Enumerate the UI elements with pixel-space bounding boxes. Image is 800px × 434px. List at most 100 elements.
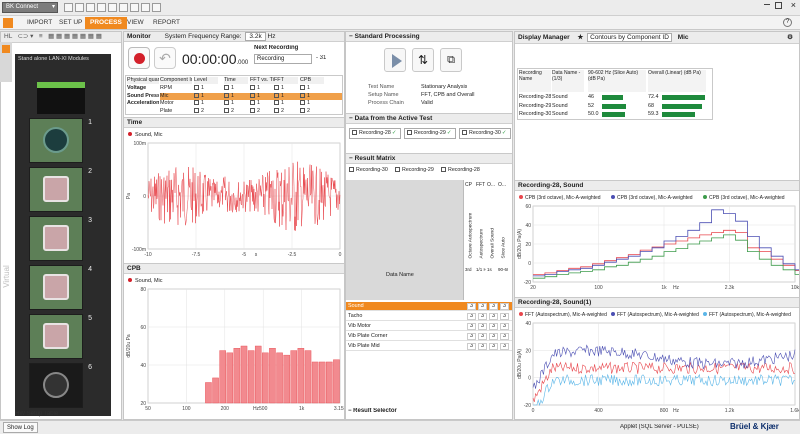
matrix-filter[interactable]: Recording-30 [349,167,388,173]
checkbox-icon[interactable] [250,85,255,91]
minimize-icon[interactable] [764,4,770,5]
gear-icon[interactable] [2,45,10,53]
checkbox-icon[interactable] [250,100,255,106]
channel-cell[interactable]: 1 [224,85,248,92]
matrix-cell[interactable]: 3 [500,303,509,310]
checkbox-icon[interactable] [462,130,467,136]
channel-cell[interactable]: 1 [300,93,324,100]
channel-cell[interactable]: 1 [300,85,324,92]
mic-tab[interactable]: Mic [678,34,689,41]
channel-cell[interactable]: 1 [194,93,218,100]
hardware-slot[interactable]: 4 [29,265,92,310]
checkbox-icon[interactable] [300,92,305,98]
sort-button[interactable]: ⇅ [412,48,434,72]
matrix-cell[interactable]: 3 [489,343,498,350]
hardware-slot[interactable]: 5 [29,314,92,359]
checkbox-icon[interactable] [250,92,255,98]
show-log-button[interactable]: Show Log [3,422,38,433]
matrix-cell[interactable]: 3 [500,323,509,330]
checkbox-icon[interactable] [250,107,255,113]
matrix-cell[interactable]: 3 [478,313,487,320]
fft-compare-plot[interactable]: FFT (Autospectrum), Mic-A-weighted FFT (A… [515,309,799,420]
checkbox-icon[interactable] [224,100,229,106]
checkbox-icon[interactable] [441,167,446,173]
checkbox-icon[interactable] [407,130,412,136]
time-plot[interactable]: Sound, Mic100m0-100m-10 -7.5 -5 -2.5 0sPa [124,129,344,263]
cpb-compare-plot[interactable]: CPB (3rd octave), Mic-A-weighted CPB (3rd… [515,192,799,298]
checkbox-icon[interactable] [395,167,400,173]
matrix-cell[interactable]: 3 [467,313,476,320]
active-recording-chip[interactable]: Recording-30✓ [459,128,511,139]
hardware-slot[interactable]: 1 [29,118,92,163]
hardware-slot[interactable]: 6 [29,363,92,408]
menu-item-view[interactable]: VIEW [122,17,149,29]
channel-cell[interactable]: 2 [224,108,248,115]
calendar-icon[interactable] [152,3,161,12]
close-icon[interactable]: × [791,0,796,10]
matrix-cell[interactable]: 3 [478,303,487,310]
undo-icon[interactable] [97,3,106,12]
table-icon[interactable] [141,3,150,12]
result-selector-tab[interactable]: − Result Selector [348,408,397,414]
channel-component[interactable]: Motor [160,100,192,107]
channel-cell[interactable]: 1 [300,100,324,107]
channel-cell[interactable]: 1 [194,100,218,107]
channel-component[interactable]: Plate [160,108,192,115]
matrix-row[interactable]: Vib Plate Corner 3 3 3 3 [346,332,512,341]
channel-cell[interactable]: 2 [300,108,324,115]
undo-recording-button[interactable]: ↶ [154,47,176,69]
help-icon[interactable]: ? [783,18,792,27]
matrix-filter[interactable]: Recording-29 [395,167,434,173]
open-icon[interactable] [75,3,84,12]
checkbox-icon[interactable] [274,107,279,113]
channel-cell[interactable]: 1 [250,85,274,92]
copy-button[interactable]: ⧉ [440,48,462,72]
app-menu-icon[interactable] [3,18,13,28]
star-icon[interactable]: ★ [577,34,583,41]
channel-cell[interactable]: 1 [194,85,218,92]
matrix-cell[interactable]: 3 [500,313,509,320]
active-recording-chip[interactable]: Recording-29✓ [404,128,456,139]
checkbox-icon[interactable] [224,85,229,91]
channel-cell[interactable]: 1 [274,93,298,100]
matrix-cell[interactable]: 3 [500,343,509,350]
play-button[interactable] [384,48,406,72]
matrix-row[interactable]: Tacho 3 3 3 3 [346,312,512,321]
channel-cell[interactable]: 2 [250,108,274,115]
hardware-slot[interactable]: 2 [29,167,92,212]
checkbox-icon[interactable] [224,107,229,113]
matrix-cell[interactable]: 3 [489,303,498,310]
redo-icon[interactable] [108,3,117,12]
checkbox-icon[interactable] [352,130,357,136]
matrix-cell[interactable]: 3 [467,323,476,330]
checkbox-icon[interactable] [274,100,279,106]
matrix-filter[interactable]: Recording-28 [441,167,480,173]
matrix-cell[interactable]: 3 [478,343,487,350]
checkbox-icon[interactable] [194,107,199,113]
hardware-slot[interactable]: 3 [29,216,92,261]
channel-cell[interactable]: 1 [224,100,248,107]
settings-icon[interactable]: ⚙ [787,32,793,44]
matrix-cell[interactable]: 3 [467,303,476,310]
new-icon[interactable] [86,3,95,12]
menu-item-process[interactable]: PROCESS [85,17,127,29]
checkbox-icon[interactable] [300,85,305,91]
checkbox-icon[interactable] [194,92,199,98]
favorite-select[interactable]: Contours by Component ID [587,33,672,42]
checkbox-icon[interactable] [349,167,354,173]
project-selector[interactable]: BK Connect ▾ [2,2,58,13]
hw-setup-table-tab[interactable]: HW Setup Table [15,411,58,417]
home-icon[interactable] [130,3,139,12]
freq-range-select[interactable]: 3.2k [245,32,266,41]
channel-cell[interactable]: 1 [274,100,298,107]
checkbox-icon[interactable] [274,85,279,91]
cpb-plot[interactable]: Sound, Mic80604020501002005001k3.15kHzdB… [124,275,344,420]
channel-cell[interactable]: 1 [250,93,274,100]
next-recording-input[interactable]: Recording [254,54,312,64]
matrix-cell[interactable]: 3 [467,333,476,340]
matrix-cell[interactable]: 3 [489,333,498,340]
channel-cell[interactable]: 1 [274,85,298,92]
checkbox-icon[interactable] [194,85,199,91]
checkbox-icon[interactable] [300,100,305,106]
menu-item-import[interactable]: IMPORT [22,17,57,29]
